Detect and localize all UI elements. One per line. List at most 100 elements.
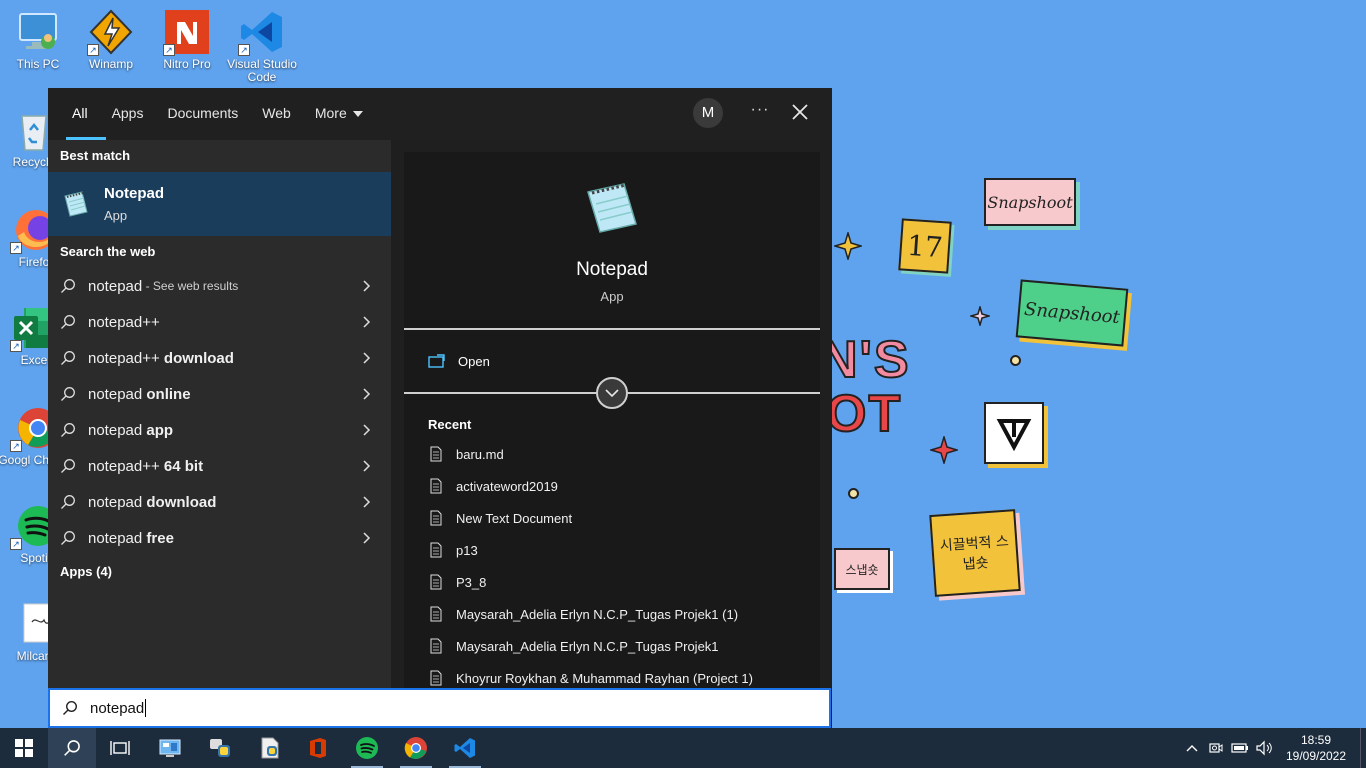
search-icon — [61, 459, 75, 473]
wallpaper-big-text-2: OT — [825, 384, 903, 444]
more-options-button[interactable]: ··· — [748, 100, 772, 124]
desktop-icon-this-pc[interactable]: This PC — [0, 8, 76, 71]
tab-apps[interactable]: Apps — [100, 88, 156, 140]
recent-file-name: activateword2019 — [456, 478, 558, 494]
taskbar-vscode[interactable] — [441, 728, 489, 768]
recent-file-name: New Text Document — [456, 510, 573, 526]
wallpaper-big-text-1: N'S — [819, 330, 911, 390]
recent-file-name: Khoyrur Roykhan & Muhammad Rayhan (Proje… — [456, 670, 753, 686]
suggestion-completion: app — [146, 421, 174, 439]
search-query: notepad — [90, 699, 145, 717]
taskbar-spotify[interactable] — [343, 728, 391, 768]
sparkle-small-icon — [970, 306, 990, 326]
taskbar-python-file[interactable] — [246, 728, 294, 768]
recent-file-item[interactable]: Maysarah_Adelia Erlyn N.C.P_Tugas Projek… — [404, 630, 820, 662]
document-icon — [430, 542, 442, 558]
battery-button[interactable] — [1228, 728, 1252, 768]
desktop-icon-vscode[interactable]: ↗ Visual Studio Code — [224, 8, 300, 84]
notepad-icon — [64, 191, 88, 217]
wallpaper-dot — [1010, 355, 1021, 366]
search-tabbar: All Apps Documents Web More M ··· — [48, 88, 832, 140]
start-button[interactable] — [0, 728, 48, 768]
office-icon — [310, 738, 326, 758]
web-suggestion-row[interactable]: notepad++ download — [48, 340, 391, 376]
document-icon — [430, 446, 442, 462]
taskbar-search-button[interactable] — [48, 728, 96, 768]
web-suggestion-row[interactable]: notepad - See web results — [48, 268, 391, 304]
suggestion-prefix: notepad — [88, 277, 143, 295]
search-icon — [61, 279, 75, 293]
recent-file-item[interactable]: New Text Document — [404, 502, 820, 534]
desktop-icon-nitro-pro[interactable]: ↗ Nitro Pro — [149, 8, 225, 71]
vscode-icon: ↗ — [238, 8, 286, 56]
search-icon — [61, 423, 75, 437]
recent-file-item[interactable]: baru.md — [404, 438, 820, 470]
wallpaper-logo-icon — [996, 419, 1032, 451]
web-suggestion-row[interactable]: notepad free — [48, 520, 391, 556]
expand-button[interactable] — [596, 377, 628, 409]
taskbar-office[interactable] — [294, 728, 342, 768]
apps-heading[interactable]: Apps (4) — [48, 556, 391, 588]
preview-subtitle: App — [600, 289, 624, 304]
task-view-button[interactable] — [96, 728, 144, 768]
text-cursor — [145, 699, 147, 717]
recent-file-item[interactable]: p13 — [404, 534, 820, 566]
web-suggestion-row[interactable]: notepad online — [48, 376, 391, 412]
wallpaper-card-snapshoot-2: Snapshoot — [1015, 279, 1129, 347]
meet-now-button[interactable] — [1204, 728, 1228, 768]
tab-documents[interactable]: Documents — [155, 88, 250, 140]
suggestion-hint: - See web results — [142, 279, 239, 293]
tab-all[interactable]: All — [60, 88, 106, 140]
wallpaper-card-yellow: 시끌벅적 스냅숏 — [929, 509, 1021, 597]
taskbar-chrome[interactable] — [392, 728, 440, 768]
best-match-heading: Best match — [60, 148, 131, 163]
web-suggestion-row[interactable]: notepad++ 64 bit — [48, 448, 391, 484]
vscode-icon — [454, 738, 475, 758]
suggestion-prefix: notepad++ — [88, 349, 164, 367]
close-button[interactable] — [788, 100, 812, 124]
recent-file-item[interactable]: Khoyrur Roykhan & Muhammad Rayhan (Proje… — [404, 662, 820, 688]
taskbar-control-panel[interactable] — [146, 728, 194, 768]
recent-file-item[interactable]: Maysarah_Adelia Erlyn N.C.P_Tugas Projek… — [404, 598, 820, 630]
clock[interactable]: 18:59 19/09/2022 — [1276, 732, 1356, 764]
best-match-item[interactable]: Notepad App — [48, 172, 391, 236]
best-match-title: Notepad — [104, 185, 164, 202]
web-suggestion-row[interactable]: notepad download — [48, 484, 391, 520]
chevron-right-icon — [363, 280, 371, 292]
python-icon — [210, 739, 230, 757]
open-window-icon — [428, 354, 445, 368]
search-input[interactable]: notepad — [48, 688, 831, 728]
results-list: Best match Notepad App Search the web no… — [48, 140, 391, 688]
sparkle-red-icon — [930, 436, 958, 464]
desktop-icon-winamp[interactable]: ↗ Winamp — [73, 8, 149, 71]
recent-file-item[interactable]: P3_8 — [404, 566, 820, 598]
show-desktop-button[interactable] — [1360, 728, 1366, 768]
web-suggestion-row[interactable]: notepad app — [48, 412, 391, 448]
clock-time: 18:59 — [1300, 733, 1332, 747]
chevron-down-icon — [352, 111, 363, 118]
recent-file-item[interactable]: activateword2019 — [404, 470, 820, 502]
taskbar: 18:59 19/09/2022 — [0, 728, 1366, 768]
document-icon — [430, 510, 442, 526]
suggestion-prefix: notepad++ — [88, 313, 160, 331]
chevron-right-icon — [363, 460, 371, 472]
chevron-right-icon — [363, 424, 371, 436]
taskbar-python[interactable] — [196, 728, 244, 768]
close-icon — [792, 104, 808, 120]
volume-icon — [1256, 740, 1272, 756]
show-hidden-icons-button[interactable] — [1180, 728, 1204, 768]
document-icon — [430, 670, 442, 686]
web-suggestion-row[interactable]: notepad++ — [48, 304, 391, 340]
suggestion-prefix: notepad — [88, 493, 147, 511]
preview-pane: Notepad App Open Recent baru.md activatew… — [404, 152, 820, 688]
tab-web[interactable]: Web — [250, 88, 303, 140]
chevron-right-icon — [363, 388, 371, 400]
search-icon — [61, 531, 75, 545]
wallpaper-card-logo — [984, 402, 1044, 464]
volume-button[interactable] — [1252, 728, 1276, 768]
recent-heading: Recent — [428, 417, 472, 432]
account-avatar[interactable]: M — [693, 98, 723, 128]
tab-more[interactable]: More — [303, 88, 375, 140]
document-icon — [430, 638, 442, 654]
search-icon — [61, 351, 75, 365]
